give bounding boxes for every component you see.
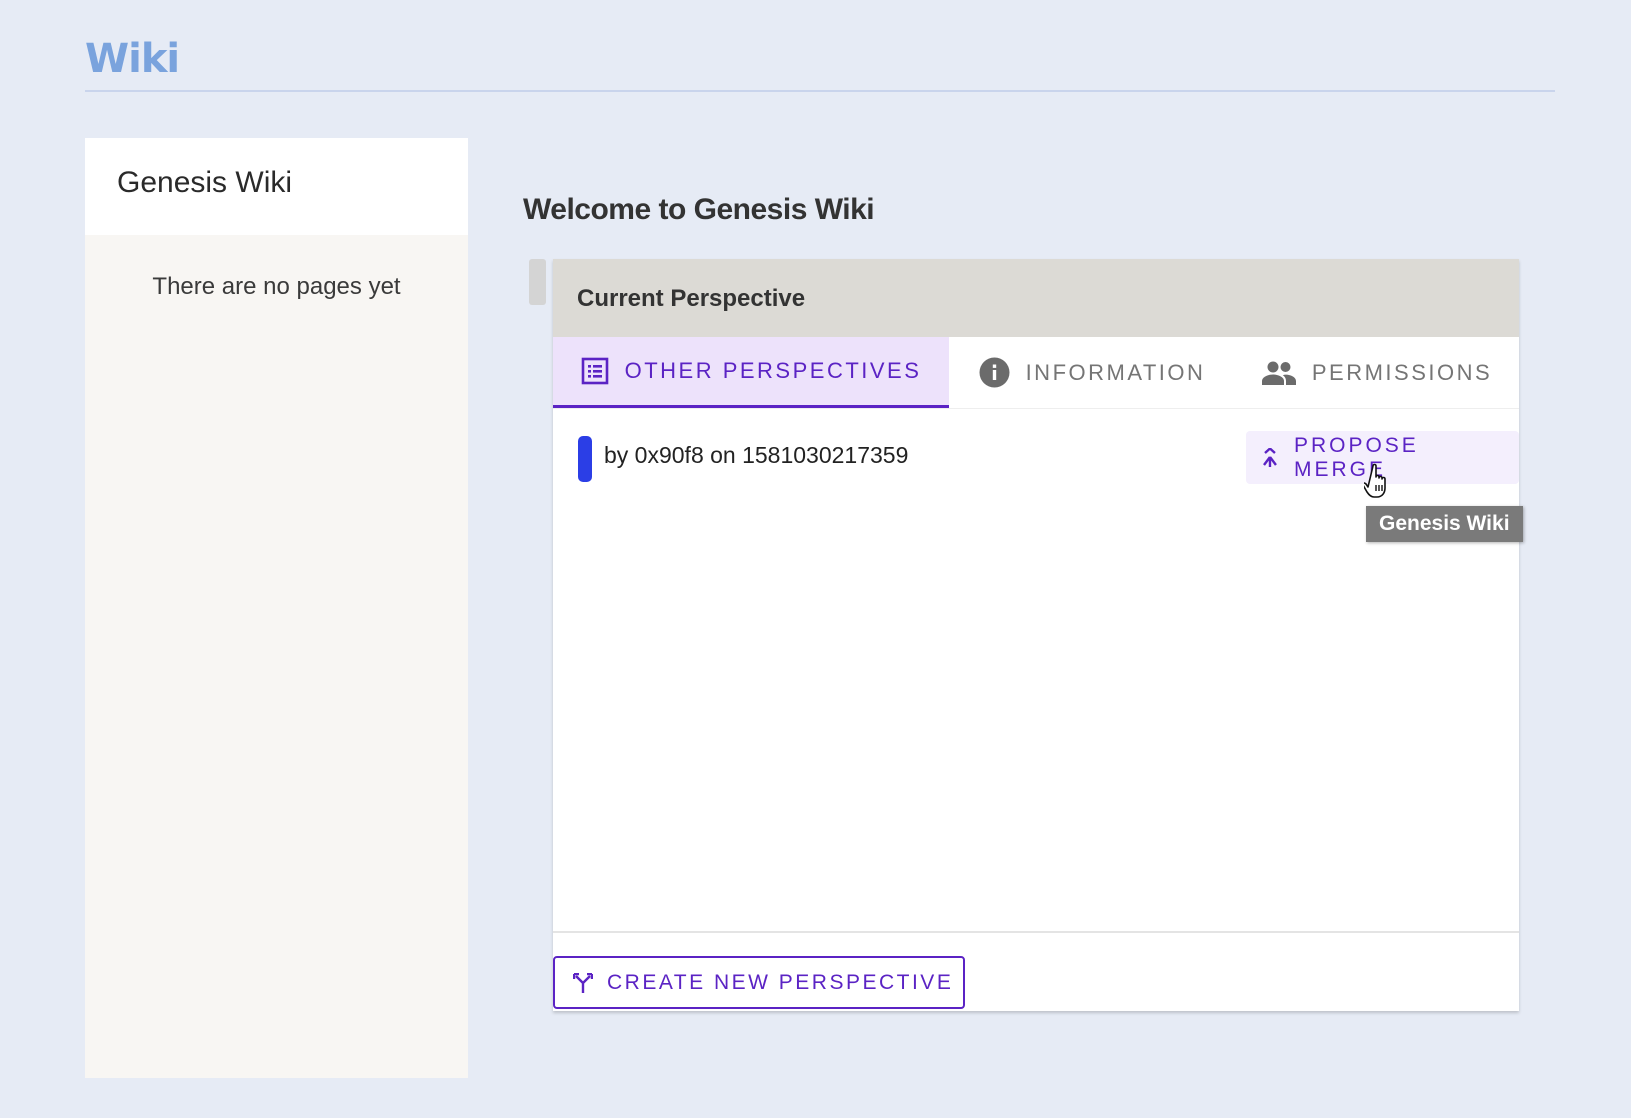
tab-bar: OTHER PERSPECTIVES INFORMATION PERMISSIO… [553,337,1519,409]
create-perspective-label: CREATE NEW PERSPECTIVE [607,970,954,994]
propose-merge-label: PROPOSE MERGE [1293,433,1419,481]
list-icon [581,357,608,385]
sidebar-title[interactable]: Genesis Wiki [85,138,468,235]
tab-information[interactable]: INFORMATION [949,337,1235,408]
people-icon [1261,361,1296,385]
drag-handle[interactable] [529,259,546,305]
title-divider [85,90,1555,92]
empty-pages-message: There are no pages yet [152,273,401,300]
tab-other-perspectives[interactable]: OTHER PERSPECTIVES [553,337,949,408]
perspective-label: by 0x90f8 on 1581030217359 [604,442,909,468]
tab-label: PERMISSIONS [1311,359,1493,385]
perspective-panel: Current Perspective OTHER PERSPECTIVES I… [553,259,1519,1011]
tab-permissions[interactable]: PERMISSIONS [1235,337,1519,408]
merge-icon [1263,447,1277,467]
sidebar: Genesis Wiki There are no pages yet [85,138,468,1078]
fork-icon [573,972,593,993]
tab-label: INFORMATION [1025,359,1206,385]
panel-footer-divider [553,931,1519,933]
tab-label: OTHER PERSPECTIVES [624,358,922,383]
create-perspective-button[interactable]: CREATE NEW PERSPECTIVE [553,956,965,1009]
info-icon [979,357,1010,388]
page-title: Welcome to Genesis Wiki [523,193,875,226]
tooltip: Genesis Wiki [1366,506,1523,542]
perspective-color-indicator [578,436,592,482]
panel-title: Current Perspective [553,259,1519,337]
hand-cursor-icon [1364,463,1386,498]
app-root: Wiki Genesis Wiki There are no pages yet… [0,0,1631,1118]
app-title: Wiki [85,36,180,82]
